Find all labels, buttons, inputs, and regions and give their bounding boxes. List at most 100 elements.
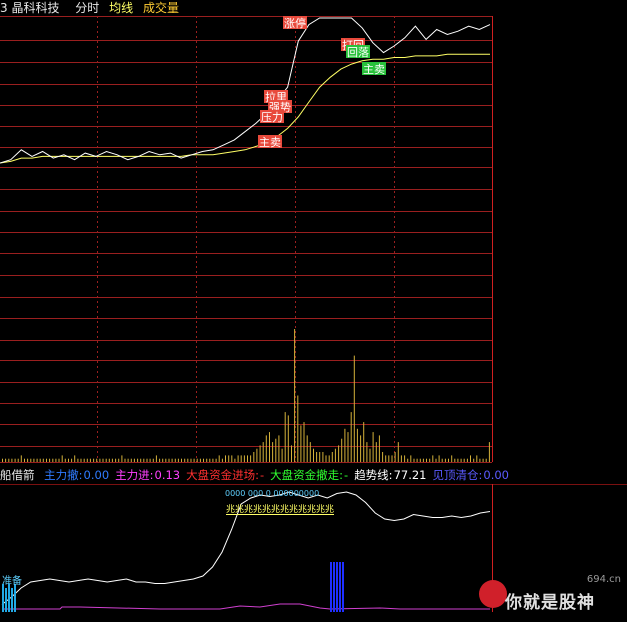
volume-bar	[118, 458, 120, 462]
volume-bar	[294, 329, 296, 462]
volume-bar	[52, 458, 54, 462]
volume-bar	[162, 458, 164, 462]
volume-bar	[306, 435, 308, 462]
volume-bar	[234, 458, 236, 462]
volume-bar	[5, 458, 7, 462]
volume-bar	[190, 458, 192, 462]
volume-bar	[218, 455, 220, 463]
cyan-signal-bar	[5, 588, 7, 612]
volume-bar	[206, 458, 208, 462]
indicator-label: 见顶清仓:	[432, 468, 483, 482]
volume-bar	[149, 458, 151, 462]
volume-bar	[159, 458, 161, 462]
lower-top-marks: 0000 000 0 000000000	[225, 489, 319, 498]
volume-bar	[284, 412, 286, 462]
volume-bar	[473, 458, 475, 462]
volume-bar	[322, 452, 324, 462]
tab-avg-line[interactable]: 均线	[109, 1, 133, 15]
signal-tag-huiluo: 回落	[347, 46, 369, 59]
indicator-value: 0.00	[483, 468, 509, 482]
indicator-label: 大盘资金撤走:	[270, 468, 344, 482]
indicator-value: -	[260, 468, 265, 482]
volume-bar	[250, 455, 252, 463]
volume-bar	[281, 448, 283, 462]
cyan-signal-bar	[11, 588, 13, 612]
volume-bar	[360, 435, 362, 462]
volume-bar	[8, 458, 10, 462]
volume-bar	[196, 458, 198, 462]
indicator-label: 大盘资金进场:	[186, 468, 259, 482]
volume-bar	[460, 458, 462, 462]
indicator-item: 大盘资金撤走:-	[270, 468, 351, 482]
lower-left-label: 准备	[2, 574, 22, 587]
volume-bar	[416, 458, 418, 462]
volume-bar	[64, 458, 66, 462]
volume-bar	[441, 458, 443, 462]
volume-bar	[165, 458, 167, 462]
volume-bar	[407, 458, 409, 462]
volume-bar	[400, 455, 402, 463]
signal-tag-zhangting: 涨停	[284, 16, 306, 30]
tab-volume[interactable]: 成交量	[143, 1, 179, 15]
signal-tag-zhumai2: 主卖	[259, 136, 281, 149]
stock-name: 3 晶科科技	[0, 1, 60, 15]
volume-bar	[33, 458, 35, 462]
volume-bar	[121, 455, 123, 463]
volume-bar	[388, 455, 390, 463]
volume-bar	[262, 442, 264, 463]
cyan-signal-bar	[2, 584, 4, 612]
volume-bar	[479, 458, 481, 462]
volume-bar	[482, 458, 484, 462]
indicator-name: 船借箭	[0, 468, 35, 482]
blue-signal-bar	[330, 562, 332, 612]
volume-bar	[193, 458, 195, 462]
volume-bar	[344, 428, 346, 463]
volume-bar	[404, 455, 406, 463]
indicator-label: 主力撤:	[44, 468, 83, 482]
volume-bar	[36, 458, 38, 462]
volume-bar	[435, 458, 437, 462]
volume-bar	[338, 445, 340, 462]
volume-bar	[237, 455, 239, 463]
chart-canvas: 0000 000 0 000000000兆兆兆兆兆兆兆兆兆兆兆兆准备涨停打回回落…	[0, 0, 627, 618]
volume-bar	[269, 432, 270, 462]
indicator-item: 主力撤:0.00	[44, 468, 112, 482]
cyan-signal-bar	[14, 584, 16, 612]
indicator-value: 0.00	[83, 468, 110, 482]
volume-bar	[422, 458, 424, 462]
chart-header: 3 晶科科技 分时 均线 成交量	[0, 0, 185, 16]
volume-bar	[319, 452, 321, 462]
volume-bar	[130, 458, 132, 462]
volume-bar	[485, 458, 487, 462]
volume-bar	[448, 458, 449, 462]
volume-bar	[49, 458, 51, 462]
volume-bar	[259, 445, 261, 462]
volume-bar	[378, 435, 380, 462]
volume-bar	[83, 458, 85, 462]
volume-bar	[451, 455, 453, 463]
volume-bar	[382, 452, 384, 462]
volume-bar	[58, 458, 60, 462]
volume-bar	[155, 455, 157, 463]
volume-bar	[470, 455, 471, 463]
indicator-item: 见顶清仓:0.00	[433, 468, 512, 482]
volume-bar	[316, 452, 318, 462]
volume-bar	[27, 458, 29, 462]
volume-bar	[171, 458, 173, 462]
volume-bar	[17, 458, 19, 462]
volume-bar	[209, 458, 211, 462]
volume-bar	[300, 425, 302, 462]
indicator-value: -	[344, 468, 349, 482]
volume-bar	[140, 458, 142, 462]
tab-time[interactable]: 分时	[75, 1, 99, 15]
volume-bar	[177, 458, 179, 462]
volume-bar	[146, 458, 148, 462]
volume-bar	[476, 455, 478, 463]
volume-bar	[46, 458, 47, 462]
watermark: 694.cn 你就是股神	[477, 574, 627, 618]
volume-bar	[115, 458, 117, 462]
volume-bar	[334, 448, 336, 462]
volume-bar	[96, 458, 98, 462]
volume-bar	[174, 458, 176, 462]
volume-bar	[356, 428, 358, 463]
